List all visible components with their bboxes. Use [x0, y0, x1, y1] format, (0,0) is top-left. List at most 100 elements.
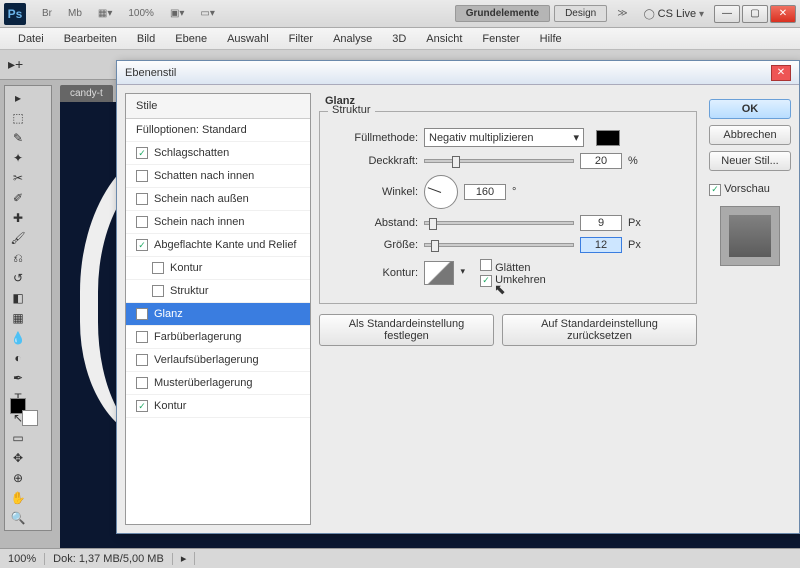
size-input[interactable]: 12: [580, 237, 622, 253]
hand-tool-icon[interactable]: ✋: [8, 489, 28, 507]
maximize-button[interactable]: ▢: [742, 5, 768, 23]
make-default-button[interactable]: Als Standardeinstellung festlegen: [319, 314, 494, 346]
style-checkbox[interactable]: ✓: [136, 147, 148, 159]
new-style-button[interactable]: Neuer Stil...: [709, 151, 791, 171]
umkehren-checkbox[interactable]: ✓: [480, 275, 492, 287]
dialog-title-bar[interactable]: Ebenenstil ✕: [117, 61, 799, 85]
style-checkbox[interactable]: [136, 193, 148, 205]
close-button[interactable]: ✕: [770, 5, 796, 23]
style-label: Glanz: [154, 308, 183, 320]
reset-default-button[interactable]: Auf Standardeinstellung zurücksetzen: [502, 314, 697, 346]
blur-tool-icon[interactable]: 💧: [8, 329, 28, 347]
marquee-tool-icon[interactable]: ⬚: [8, 109, 28, 127]
menu-ebene[interactable]: Ebene: [165, 30, 217, 48]
style-item-5[interactable]: Kontur: [126, 257, 310, 280]
menu-3d[interactable]: 3D: [382, 30, 416, 48]
fill-color-swatch[interactable]: [596, 130, 620, 146]
style-item-9[interactable]: Verlaufsüberlagerung: [126, 349, 310, 372]
distance-input[interactable]: 9: [580, 215, 622, 231]
style-item-10[interactable]: Musterüberlagerung: [126, 372, 310, 395]
menu-bild[interactable]: Bild: [127, 30, 165, 48]
workspace-design[interactable]: Design: [554, 5, 607, 22]
style-checkbox[interactable]: ✓: [136, 308, 148, 320]
styles-header[interactable]: Stile: [126, 94, 310, 119]
menu-filter[interactable]: Filter: [279, 30, 323, 48]
ok-button[interactable]: OK: [709, 99, 791, 119]
menu-analyse[interactable]: Analyse: [323, 30, 382, 48]
view-extras-icon[interactable]: ▦▾: [92, 5, 118, 22]
preview-checkbox[interactable]: ✓: [709, 184, 721, 196]
wand-tool-icon[interactable]: ✦: [8, 149, 28, 167]
style-item-6[interactable]: Struktur: [126, 280, 310, 303]
crop-tool-icon[interactable]: ✂: [8, 169, 28, 187]
status-arrow-icon[interactable]: ▸: [173, 552, 196, 565]
status-doc[interactable]: Dok: 1,37 MB/5,00 MB: [45, 553, 173, 565]
brush-tool-icon[interactable]: 🖌: [8, 229, 28, 247]
zoom-tool-icon[interactable]: 🔍: [8, 509, 28, 527]
style-checkbox[interactable]: ✓: [136, 400, 148, 412]
style-checkbox[interactable]: [136, 354, 148, 366]
style-label: Schatten nach innen: [154, 170, 254, 182]
history-brush-icon[interactable]: ↺: [8, 269, 28, 287]
style-item-11[interactable]: ✓ Kontur: [126, 395, 310, 418]
cancel-button[interactable]: Abbrechen: [709, 125, 791, 145]
dialog-close-icon[interactable]: ✕: [771, 65, 791, 81]
zoom-level[interactable]: 100%: [122, 5, 160, 22]
minibridge-btn[interactable]: Mb: [62, 5, 88, 22]
glatten-checkbox[interactable]: [480, 259, 492, 271]
dodge-tool-icon[interactable]: ◐: [8, 349, 28, 367]
heal-tool-icon[interactable]: ✚: [8, 209, 28, 227]
move-tool-icon[interactable]: ▸+: [8, 56, 23, 73]
style-label: Kontur: [154, 400, 186, 412]
bridge-btn[interactable]: Br: [36, 5, 58, 22]
stamp-tool-icon[interactable]: ⎌: [8, 249, 28, 267]
style-item-0[interactable]: ✓Schlagschatten: [126, 142, 310, 165]
fill-method-select[interactable]: Negativ multiplizieren▾: [424, 128, 584, 147]
menu-fenster[interactable]: Fenster: [472, 30, 529, 48]
angle-dial[interactable]: [424, 175, 458, 209]
opacity-slider[interactable]: [424, 159, 574, 163]
opacity-input[interactable]: 20: [580, 153, 622, 169]
style-checkbox[interactable]: ✓: [136, 239, 148, 251]
fill-options[interactable]: Fülloptionen: Standard: [126, 119, 310, 142]
menu-auswahl[interactable]: Auswahl: [217, 30, 279, 48]
move-tool-icon[interactable]: ▸: [8, 89, 28, 107]
contour-picker[interactable]: [424, 261, 454, 285]
menu-bearbeiten[interactable]: Bearbeiten: [54, 30, 127, 48]
cslive-btn[interactable]: ◯ CS Live ▾: [638, 5, 710, 23]
style-item-7[interactable]: ✓ Glanz: [126, 303, 310, 326]
distance-slider[interactable]: [424, 221, 574, 225]
shape-tool-icon[interactable]: ▭: [8, 429, 28, 447]
style-checkbox[interactable]: [136, 331, 148, 343]
menu-ansicht[interactable]: Ansicht: [416, 30, 472, 48]
style-checkbox[interactable]: [152, 262, 164, 274]
eyedropper-tool-icon[interactable]: ✐: [8, 189, 28, 207]
style-item-2[interactable]: Schein nach außen: [126, 188, 310, 211]
style-checkbox[interactable]: [152, 285, 164, 297]
menu-datei[interactable]: Datei: [8, 30, 54, 48]
style-checkbox[interactable]: [136, 216, 148, 228]
minimize-button[interactable]: —: [714, 5, 740, 23]
size-slider[interactable]: [424, 243, 574, 247]
status-zoom[interactable]: 100%: [0, 553, 45, 565]
style-item-3[interactable]: Schein nach innen: [126, 211, 310, 234]
style-item-8[interactable]: Farbüberlagerung: [126, 326, 310, 349]
style-checkbox[interactable]: [136, 170, 148, 182]
arrange-icon[interactable]: ▣▾: [164, 5, 190, 22]
eraser-tool-icon[interactable]: ◧: [8, 289, 28, 307]
background-color[interactable]: [22, 410, 38, 426]
workspace-grundelemente[interactable]: Grundelemente: [455, 5, 550, 22]
style-item-4[interactable]: ✓Abgeflachte Kante und Relief: [126, 234, 310, 257]
lasso-tool-icon[interactable]: ✎: [8, 129, 28, 147]
workspace-more-icon[interactable]: ≫: [611, 5, 633, 22]
document-tab[interactable]: candy-t: [60, 85, 113, 102]
style-item-1[interactable]: Schatten nach innen: [126, 165, 310, 188]
pen-tool-icon[interactable]: ✒: [8, 369, 28, 387]
menu-hilfe[interactable]: Hilfe: [530, 30, 572, 48]
3d-cam-icon[interactable]: ⊕: [8, 469, 28, 487]
screen-mode-icon[interactable]: ▭▾: [194, 5, 220, 22]
3d-tool-icon[interactable]: ✥: [8, 449, 28, 467]
style-checkbox[interactable]: [136, 377, 148, 389]
angle-input[interactable]: 160: [464, 184, 506, 200]
gradient-tool-icon[interactable]: ▦: [8, 309, 28, 327]
